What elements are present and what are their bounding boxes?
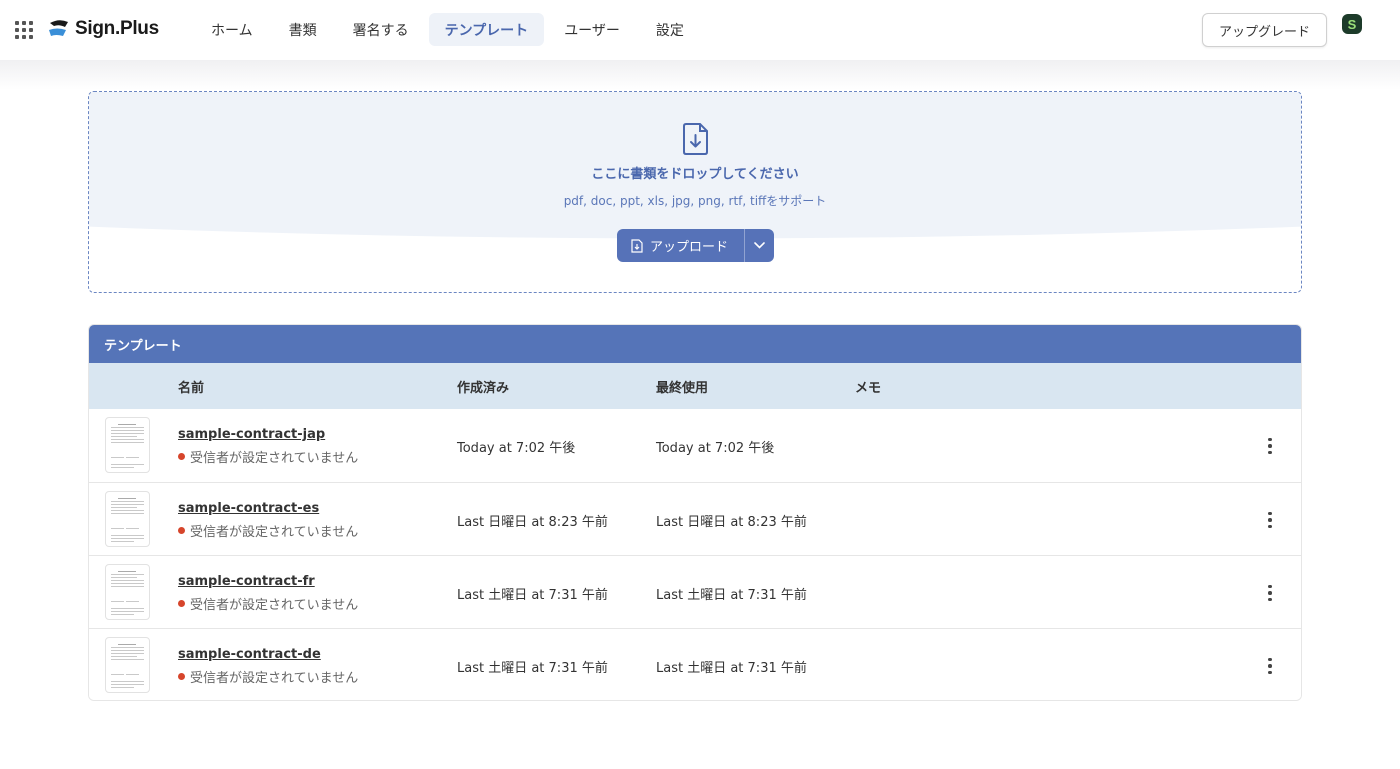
document-thumbnail[interactable] [105, 417, 150, 473]
recipient-status: 受信者が設定されていません [178, 594, 358, 613]
table-row[interactable]: sample-contract-jap 受信者が設定されていません Today … [89, 409, 1301, 482]
upload-dropzone[interactable]: ここに書類をドロップしてください pdf, doc, ppt, xls, jpg… [88, 91, 1302, 293]
nav-templates[interactable]: テンプレート [428, 13, 545, 46]
created-date: Last 土曜日 at 7:31 午前 [457, 661, 608, 676]
more-options-icon[interactable] [1257, 507, 1283, 533]
header-shadow [0, 60, 1400, 90]
created-date: Last 日曜日 at 8:23 午前 [457, 515, 608, 530]
recipient-status: 受信者が設定されていません [178, 447, 358, 466]
upload-file-icon [631, 238, 643, 253]
upload-button[interactable]: アップロード [617, 229, 745, 262]
upload-label: アップロード [650, 240, 729, 255]
more-options-icon[interactable] [1257, 433, 1283, 459]
top-navigation-bar: Sign.Plus ホーム 書類 署名する テンプレート ユーザー 設定 アップ… [0, 0, 1400, 60]
document-thumbnail[interactable] [105, 637, 150, 693]
column-header-memo[interactable]: メモ [855, 377, 881, 396]
table-row[interactable]: sample-contract-de 受信者が設定されていません Last 土曜… [89, 628, 1301, 700]
document-thumbnail[interactable] [105, 491, 150, 547]
last-used-date: Last 土曜日 at 7:31 午前 [656, 661, 807, 676]
recipient-status: 受信者が設定されていません [178, 667, 358, 686]
avatar-letter: S [1347, 16, 1357, 32]
recipient-status: 受信者が設定されていません [178, 521, 358, 540]
avatar[interactable]: S [1342, 14, 1362, 34]
column-header-name[interactable]: 名前 [178, 377, 204, 396]
sign-plus-logo-icon [49, 20, 68, 36]
upload-options-dropdown[interactable] [745, 229, 774, 262]
status-dot-icon [178, 600, 185, 607]
dropzone-title: ここに書類をドロップしてください [591, 167, 799, 182]
last-used-date: Last 日曜日 at 8:23 午前 [656, 515, 807, 530]
status-text: 受信者が設定されていません [190, 525, 359, 540]
supported-formats: pdf, doc, ppt, xls, jpg, png, rtf, tiffを… [563, 194, 827, 208]
status-text: 受信者が設定されていません [190, 451, 359, 466]
upload-split-button: アップロード [617, 229, 774, 262]
column-header-last-used[interactable]: 最終使用 [656, 377, 708, 396]
created-date: Last 土曜日 at 7:31 午前 [457, 588, 608, 603]
chevron-down-icon [754, 242, 765, 249]
status-dot-icon [178, 673, 185, 680]
grid-apps-icon[interactable] [15, 21, 33, 39]
table-header-row: 名前 作成済み 最終使用 メモ [89, 363, 1301, 409]
template-name[interactable]: sample-contract-de [178, 647, 321, 662]
document-thumbnail[interactable] [105, 564, 150, 620]
last-used-date: Last 土曜日 at 7:31 午前 [656, 588, 807, 603]
table-row[interactable]: sample-contract-es 受信者が設定されていません Last 日曜… [89, 482, 1301, 555]
template-name[interactable]: sample-contract-fr [178, 574, 315, 589]
brand-logo[interactable]: Sign.Plus [47, 17, 159, 41]
nav-sign[interactable]: 署名する [337, 13, 425, 46]
file-download-icon [683, 123, 708, 155]
status-text: 受信者が設定されていません [190, 598, 359, 613]
created-date: Today at 7:02 午後 [457, 441, 576, 456]
upgrade-button[interactable]: アップグレード [1202, 13, 1327, 47]
main-nav: ホーム 書類 署名する テンプレート ユーザー 設定 [195, 13, 704, 46]
status-text: 受信者が設定されていません [190, 671, 359, 686]
more-options-icon[interactable] [1257, 580, 1283, 606]
table-row[interactable]: sample-contract-fr 受信者が設定されていません Last 土曜… [89, 555, 1301, 628]
template-name[interactable]: sample-contract-es [178, 501, 319, 516]
nav-settings[interactable]: 設定 [640, 13, 700, 46]
last-used-date: Today at 7:02 午後 [656, 441, 775, 456]
table-body: sample-contract-jap 受信者が設定されていません Today … [89, 409, 1301, 700]
status-dot-icon [178, 527, 185, 534]
brand-name: Sign.Plus [75, 18, 159, 39]
templates-table: テンプレート 名前 作成済み 最終使用 メモ sample-contract-j… [88, 324, 1302, 701]
column-header-created[interactable]: 作成済み [457, 377, 509, 396]
nav-documents[interactable]: 書類 [273, 13, 333, 46]
nav-home[interactable]: ホーム [195, 13, 269, 46]
status-dot-icon [178, 453, 185, 460]
nav-users[interactable]: ユーザー [548, 13, 636, 46]
section-title: テンプレート [89, 325, 1301, 363]
template-name[interactable]: sample-contract-jap [178, 427, 325, 442]
more-options-icon[interactable] [1257, 653, 1283, 679]
